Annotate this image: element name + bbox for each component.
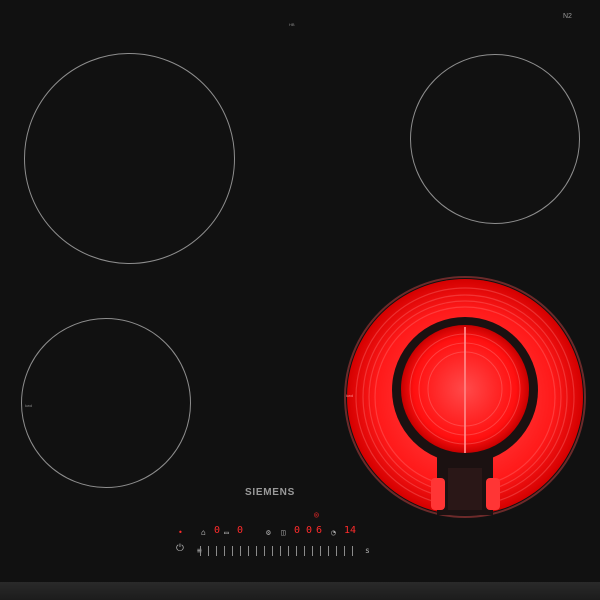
active-zone-marker: ◎ bbox=[314, 510, 319, 519]
display-4: 0 bbox=[306, 525, 313, 536]
display-3: 0 bbox=[294, 525, 301, 536]
timer-icon[interactable]: ◔ bbox=[331, 528, 336, 538]
zone-select-icon[interactable]: ⌂ bbox=[201, 528, 206, 538]
power-indicator: • bbox=[178, 528, 183, 537]
front-right-zone-label: kwd bbox=[346, 393, 354, 398]
bottom-frame bbox=[0, 582, 600, 600]
hot-zone-right-terminal bbox=[486, 478, 500, 510]
power-level-slider[interactable] bbox=[200, 546, 358, 556]
active-level-display: 6 bbox=[316, 525, 323, 536]
timer-lock-icon[interactable]: ◫ bbox=[281, 528, 286, 538]
cooktop-surface: HB N2 kwd kwd SIEMENS • ⏻ ⌂ 0 ▭ 0 ⚙ ◫ 0 … bbox=[0, 0, 600, 582]
front-right-heating-zone bbox=[344, 276, 586, 518]
timer-display: 14 bbox=[344, 525, 357, 536]
brand-logo: SIEMENS bbox=[245, 487, 295, 498]
hot-zone-center-neck bbox=[448, 468, 482, 510]
display-1: 0 bbox=[214, 525, 221, 536]
settings-icon[interactable]: ⚙ bbox=[266, 528, 271, 538]
display-2: 0 bbox=[237, 525, 244, 536]
end-symbol: s bbox=[365, 546, 370, 555]
power-icon[interactable]: ⏻ bbox=[176, 544, 184, 554]
hot-zone-left-terminal bbox=[431, 478, 445, 510]
zone-indicator-icon[interactable]: ▭ bbox=[224, 528, 229, 538]
